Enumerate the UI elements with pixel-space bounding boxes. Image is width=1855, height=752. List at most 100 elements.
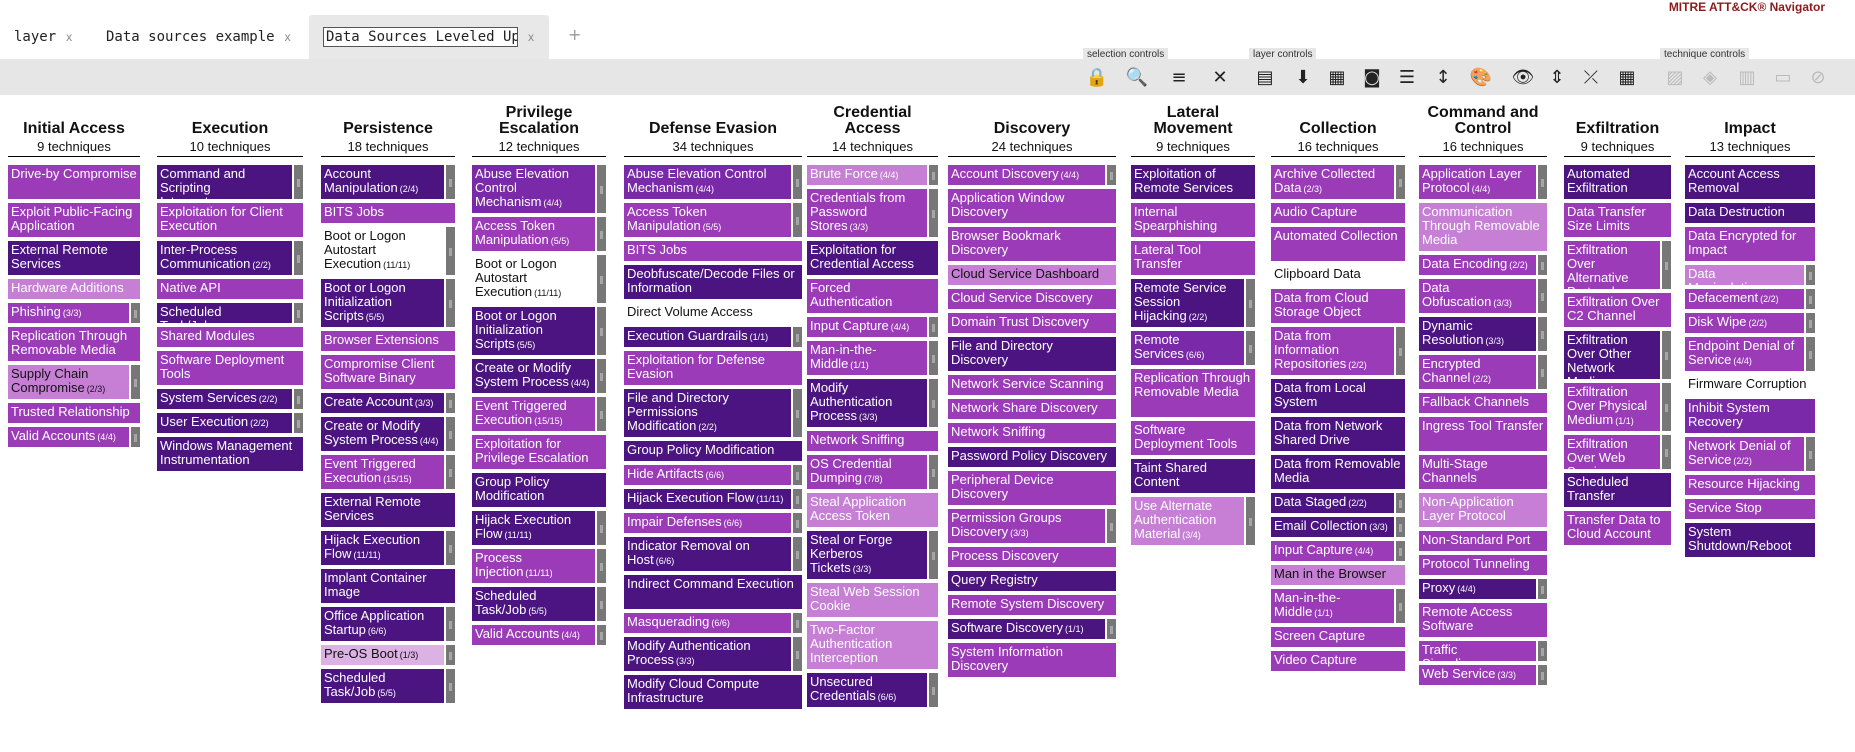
- expand-subtechniques-handle[interactable]: ‖: [131, 365, 140, 399]
- technique-cell[interactable]: Two-Factor Authentication Interception: [807, 621, 938, 669]
- technique-cell[interactable]: Screen Capture: [1271, 627, 1405, 647]
- technique-cell[interactable]: Data from Cloud Storage Object: [1271, 289, 1405, 323]
- technique-cell[interactable]: Man-in-the-Middle (1/1): [807, 341, 927, 375]
- technique-cell[interactable]: Hijack Execution Flow (11/11): [472, 511, 595, 545]
- expand-subtechniques-handle[interactable]: ‖: [929, 189, 938, 237]
- expand-subtechniques-handle[interactable]: ‖: [793, 165, 802, 199]
- technique-cell[interactable]: Brute Force (4/4): [807, 165, 927, 185]
- technique-cell[interactable]: Communication Through Removable Media: [1419, 203, 1547, 251]
- tab-data-sources-example[interactable]: Data sources example x: [106, 15, 291, 59]
- technique-cell[interactable]: Hardware Additions: [8, 279, 140, 299]
- technique-cell[interactable]: Proxy (4/4): [1419, 579, 1536, 599]
- technique-cell[interactable]: Exploitation for Client Execution: [157, 203, 303, 237]
- technique-cell[interactable]: Drive-by Compromise: [8, 165, 140, 199]
- technique-cell[interactable]: Event Triggered Execution (15/15): [321, 455, 444, 489]
- expand-subtechniques-handle[interactable]: ‖: [446, 279, 455, 327]
- technique-cell[interactable]: Input Capture (4/4): [807, 317, 927, 337]
- expand-subtechniques-handle[interactable]: ‖: [929, 165, 938, 185]
- technique-cell[interactable]: Access Token Manipulation (5/5): [624, 203, 791, 237]
- technique-cell[interactable]: External Remote Services: [321, 493, 455, 527]
- technique-cell[interactable]: Remote Services (6/6): [1131, 331, 1244, 365]
- expand-subtechniques-handle[interactable]: ‖: [1246, 279, 1255, 327]
- expand-subtechniques-handle[interactable]: ‖: [597, 549, 606, 583]
- technique-cell[interactable]: Fallback Channels: [1419, 393, 1547, 413]
- technique-cell[interactable]: Data Encoding (2/2): [1419, 255, 1536, 275]
- technique-cell[interactable]: Abuse Elevation Control Mechanism (4/4): [472, 165, 595, 213]
- expand-subtechniques-handle[interactable]: ‖: [446, 645, 455, 665]
- technique-cell[interactable]: Taint Shared Content: [1131, 459, 1255, 493]
- tab-label-input[interactable]: Data Sources Leveled Up: [323, 27, 518, 47]
- technique-cell[interactable]: Network Service Scanning: [948, 375, 1116, 395]
- technique-cell[interactable]: Create or Modify System Process (4/4): [472, 359, 595, 393]
- technique-cell[interactable]: Disk Wipe (2/2): [1685, 313, 1804, 333]
- collapse-icon[interactable]: ⤫: [1578, 64, 1604, 90]
- technique-cell[interactable]: Password Policy Discovery: [948, 447, 1116, 467]
- expand-subtechniques-handle[interactable]: ‖: [294, 413, 303, 433]
- expand-subtechniques-handle[interactable]: ‖: [597, 397, 606, 431]
- technique-cell[interactable]: Application Window Discovery: [948, 189, 1116, 223]
- expand-subtechniques-handle[interactable]: ‖: [793, 465, 802, 485]
- technique-cell[interactable]: Data Destruction: [1685, 203, 1815, 223]
- technique-cell[interactable]: Hijack Execution Flow (11/11): [624, 489, 791, 509]
- sort-icon[interactable]: ↕: [1430, 64, 1456, 90]
- technique-cell[interactable]: Exploit Public-Facing Application: [8, 203, 140, 237]
- technique-cell[interactable]: Software Deployment Tools: [157, 351, 303, 385]
- technique-cell[interactable]: Exfiltration Over Physical Medium (1/1): [1564, 383, 1660, 431]
- expand-subtechniques-handle[interactable]: ‖: [446, 227, 455, 275]
- technique-cell[interactable]: Non-Application Layer Protocol: [1419, 493, 1547, 527]
- technique-cell[interactable]: Boot or Logon Autostart Execution (11/11): [472, 255, 595, 303]
- technique-cell[interactable]: Endpoint Denial of Service (4/4): [1685, 337, 1804, 371]
- technique-cell[interactable]: Exfiltration Over Alternative Protocol(3…: [1564, 241, 1660, 289]
- expand-subtechniques-handle[interactable]: ‖: [1107, 619, 1116, 639]
- expand-subtechniques-handle[interactable]: ‖: [793, 537, 802, 571]
- technique-cell[interactable]: Hide Artifacts (6/6): [624, 465, 791, 485]
- technique-cell[interactable]: Pre-OS Boot (1/3): [321, 645, 444, 665]
- add-tab-button[interactable]: +: [568, 25, 581, 44]
- comment-icon[interactable]: ▭: [1770, 64, 1796, 90]
- technique-cell[interactable]: Peripheral Device Discovery: [948, 471, 1116, 505]
- technique-cell[interactable]: Browser Extensions: [321, 331, 455, 351]
- technique-cell[interactable]: Data from Network Shared Drive: [1271, 417, 1405, 451]
- expand-subtechniques-handle[interactable]: ‖: [131, 427, 140, 447]
- technique-cell[interactable]: Lateral Tool Transfer: [1131, 241, 1255, 275]
- technique-cell[interactable]: External Remote Services: [8, 241, 140, 275]
- tactic-header[interactable]: Impact 13 techniques: [1685, 105, 1815, 157]
- technique-cell[interactable]: Windows Management Instrumentation: [157, 437, 303, 471]
- technique-cell[interactable]: Web Service (3/3): [1419, 665, 1536, 685]
- technique-cell[interactable]: Masquerading (6/6): [624, 613, 791, 633]
- disable-icon[interactable]: ▨: [1662, 64, 1688, 90]
- tactic-header[interactable]: Persistence 18 techniques: [321, 105, 455, 157]
- expand-subtechniques-handle[interactable]: ‖: [1806, 337, 1815, 371]
- technique-cell[interactable]: Remote System Discovery: [948, 595, 1116, 615]
- expand-subtechniques-handle[interactable]: ‖: [793, 513, 802, 533]
- technique-cell[interactable]: Input Capture (4/4): [1271, 541, 1394, 561]
- expand-subtechniques-handle[interactable]: ‖: [1396, 165, 1405, 199]
- filter-icon[interactable]: ☰: [1394, 64, 1420, 90]
- view-icon[interactable]: 👁: [1510, 64, 1536, 90]
- technique-cell[interactable]: Automated Exfiltration: [1564, 165, 1671, 199]
- expand-subtechniques-handle[interactable]: ‖: [446, 417, 455, 451]
- expand-subtechniques-handle[interactable]: ‖: [1806, 437, 1815, 471]
- technique-cell[interactable]: Forced Authentication: [807, 279, 938, 313]
- color-icon[interactable]: 🎨: [1468, 64, 1494, 90]
- technique-cell[interactable]: System Services (2/2): [157, 389, 292, 409]
- clear-icon[interactable]: ⊘: [1805, 64, 1831, 90]
- technique-cell[interactable]: Internal Spearphishing: [1131, 203, 1255, 237]
- expand-subtechniques-handle[interactable]: ‖: [597, 255, 606, 303]
- layer-info-icon[interactable]: ▤: [1252, 64, 1278, 90]
- technique-cell[interactable]: User Execution (2/2): [157, 413, 292, 433]
- technique-cell[interactable]: Trusted Relationship: [8, 403, 140, 423]
- expand-subtechniques-handle[interactable]: ‖: [446, 531, 455, 565]
- technique-cell[interactable]: Man in the Browser: [1271, 565, 1405, 585]
- expand-subtechniques-handle[interactable]: ‖: [793, 203, 802, 237]
- technique-cell[interactable]: Scheduled Transfer: [1564, 473, 1671, 507]
- expand-subtechniques-handle[interactable]: ‖: [1662, 241, 1671, 289]
- tactic-header[interactable]: Initial Access 9 techniques: [8, 105, 140, 157]
- table-icon[interactable]: ▦: [1324, 64, 1350, 90]
- technique-cell[interactable]: Cloud Service Dashboard: [948, 265, 1116, 285]
- technique-cell[interactable]: Network Share Discovery: [948, 399, 1116, 419]
- technique-cell[interactable]: Data from Removable Media: [1271, 455, 1405, 489]
- multiselect-icon[interactable]: ≡: [1166, 64, 1192, 90]
- technique-cell[interactable]: Process Discovery: [948, 547, 1116, 567]
- technique-cell[interactable]: Create Account (3/3): [321, 393, 444, 413]
